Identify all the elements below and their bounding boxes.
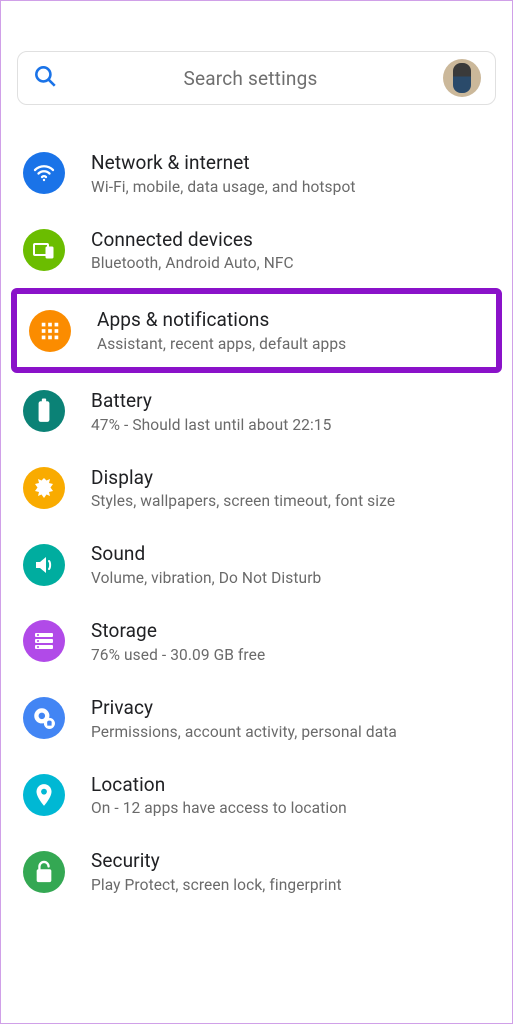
item-subtitle: Wi-Fi, mobile, data usage, and hotspot (91, 178, 356, 196)
item-subtitle: Volume, vibration, Do Not Disturb (91, 569, 321, 587)
item-title: Sound (91, 542, 321, 567)
item-title: Apps & notifications (97, 308, 346, 333)
item-display[interactable]: Display Styles, wallpapers, screen timeo… (1, 450, 512, 527)
item-subtitle: 47% - Should last until about 22:15 (91, 416, 331, 434)
item-connected-devices[interactable]: Connected devices Bluetooth, Android Aut… (1, 212, 512, 289)
item-subtitle: Bluetooth, Android Auto, NFC (91, 254, 294, 272)
item-subtitle: Assistant, recent apps, default apps (97, 335, 346, 353)
item-apps-notifications[interactable]: Apps & notifications Assistant, recent a… (11, 288, 502, 373)
item-network-internet[interactable]: Network & internet Wi-Fi, mobile, data u… (1, 135, 512, 212)
item-security[interactable]: Security Play Protect, screen lock, fing… (1, 833, 512, 910)
battery-icon (23, 390, 65, 432)
avatar[interactable] (443, 59, 481, 97)
privacy-icon (23, 697, 65, 739)
item-title: Privacy (91, 696, 397, 721)
location-icon (23, 774, 65, 816)
item-title: Security (91, 849, 342, 874)
item-subtitle: Permissions, account activity, personal … (91, 723, 397, 741)
brightness-icon (23, 467, 65, 509)
item-subtitle: On - 12 apps have access to location (91, 799, 347, 817)
security-icon (23, 851, 65, 893)
item-title: Battery (91, 389, 331, 414)
wifi-icon (23, 152, 65, 194)
settings-list: Network & internet Wi-Fi, mobile, data u… (1, 129, 512, 910)
item-storage[interactable]: Storage 76% used - 30.09 GB free (1, 603, 512, 680)
item-title: Connected devices (91, 228, 294, 253)
item-subtitle: Play Protect, screen lock, fingerprint (91, 876, 342, 894)
item-subtitle: 76% used - 30.09 GB free (91, 646, 265, 664)
search-placeholder: Search settings (58, 67, 443, 90)
item-title: Display (91, 466, 395, 491)
item-battery[interactable]: Battery 47% - Should last until about 22… (1, 373, 512, 450)
item-title: Storage (91, 619, 265, 644)
item-privacy[interactable]: Privacy Permissions, account activity, p… (1, 680, 512, 757)
item-location[interactable]: Location On - 12 apps have access to loc… (1, 757, 512, 834)
devices-icon (23, 229, 65, 271)
search-icon (32, 63, 58, 93)
search-bar[interactable]: Search settings (17, 51, 496, 105)
item-subtitle: Styles, wallpapers, screen timeout, font… (91, 492, 395, 510)
sound-icon (23, 544, 65, 586)
item-title: Network & internet (91, 151, 356, 176)
apps-icon (29, 310, 71, 352)
item-sound[interactable]: Sound Volume, vibration, Do Not Disturb (1, 526, 512, 603)
item-title: Location (91, 773, 347, 798)
storage-icon (23, 620, 65, 662)
